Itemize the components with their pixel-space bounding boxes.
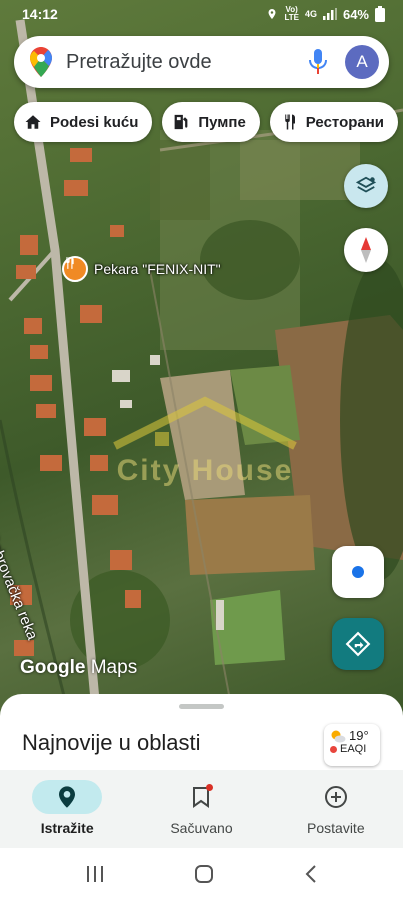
weather-temp: 19° bbox=[349, 728, 369, 743]
location-status-icon bbox=[268, 9, 276, 19]
aqi-label: EAQI bbox=[340, 743, 367, 755]
status-icons: Vo) LTE 4G 64% bbox=[266, 6, 385, 22]
network-gen: 4G bbox=[304, 9, 317, 19]
weather-temp-row: 19° bbox=[330, 728, 374, 743]
layers-icon bbox=[355, 176, 377, 193]
logo-maps: Maps bbox=[90, 657, 138, 678]
home-button-icon[interactable] bbox=[194, 864, 214, 884]
compass-icon bbox=[361, 237, 371, 263]
google-maps-logo: Google Maps bbox=[20, 657, 137, 679]
chip-home[interactable]: Podesi kuću bbox=[14, 102, 153, 142]
city-house-watermark: City House bbox=[105, 396, 305, 496]
my-location-button[interactable] bbox=[332, 546, 384, 598]
logo-google: Google bbox=[20, 657, 86, 678]
location-pin-icon bbox=[59, 786, 76, 808]
nav-saved[interactable]: Sačuvano bbox=[134, 770, 268, 848]
poi-label: Pekara "FENIX-NIT" bbox=[94, 261, 221, 277]
system-navigation-bar bbox=[0, 848, 403, 900]
nav-saved-icon-wrap bbox=[166, 780, 236, 814]
recent-apps-icon[interactable] bbox=[85, 865, 105, 883]
search-bar[interactable]: Pretražujte ovde A bbox=[14, 36, 389, 88]
aqi-row: EAQI bbox=[330, 743, 374, 755]
layers-button[interactable] bbox=[344, 164, 388, 208]
chip-restaurants-label: Ресторани bbox=[305, 113, 385, 131]
status-bar: 14:12 Vo) LTE 4G 64% bbox=[0, 0, 403, 28]
search-input[interactable]: Pretražujte ovde bbox=[66, 51, 309, 74]
battery-percent: 64% bbox=[342, 6, 369, 22]
nav-explore-label: Istražite bbox=[40, 820, 94, 836]
sheet-drag-handle[interactable] bbox=[179, 704, 224, 709]
battery-icon bbox=[375, 6, 385, 22]
category-chips: Podesi kuću Пумпе Ресторани bbox=[14, 102, 399, 142]
watermark-text: City House bbox=[116, 454, 294, 487]
signal-icon bbox=[322, 8, 337, 20]
maps-pin-logo-icon bbox=[30, 47, 52, 77]
directions-icon bbox=[345, 631, 371, 657]
directions-button[interactable] bbox=[332, 618, 384, 670]
weather-widget[interactable]: 19° EAQI bbox=[324, 724, 380, 766]
nav-contribute-label: Postavite bbox=[307, 820, 365, 836]
back-icon[interactable] bbox=[304, 864, 318, 884]
nav-contribute[interactable]: Postavite bbox=[269, 770, 403, 848]
chip-gas-label: Пумпе bbox=[198, 113, 246, 131]
restaurant-icon bbox=[62, 256, 88, 282]
bottom-navigation: Istražite Sačuvano Postavite bbox=[0, 770, 403, 848]
avatar[interactable]: A bbox=[345, 45, 379, 79]
sheet-title: Najnovije u oblasti bbox=[22, 730, 201, 755]
nav-explore[interactable]: Istražite bbox=[0, 770, 134, 848]
nav-explore-icon-wrap bbox=[32, 780, 103, 814]
my-location-icon bbox=[352, 566, 364, 578]
status-time: 14:12 bbox=[22, 6, 58, 22]
microphone-icon[interactable] bbox=[309, 49, 327, 75]
notification-dot bbox=[206, 784, 214, 791]
chip-gas[interactable]: Пумпе bbox=[162, 102, 260, 142]
partly-sunny-icon bbox=[331, 730, 346, 742]
gas-pump-icon bbox=[174, 114, 188, 130]
nav-contribute-icon-wrap bbox=[301, 780, 371, 814]
chip-restaurants[interactable]: Ресторани bbox=[269, 102, 399, 142]
nav-saved-label: Sačuvano bbox=[170, 820, 233, 836]
volte-bottom: LTE bbox=[284, 13, 299, 22]
aqi-dot bbox=[330, 745, 337, 753]
add-circle-icon bbox=[324, 786, 347, 808]
compass-button[interactable] bbox=[344, 228, 388, 272]
chip-home-label: Podesi kuću bbox=[50, 113, 139, 131]
restaurant-icon bbox=[285, 114, 295, 130]
poi-bakery[interactable]: Pekara "FENIX-NIT" bbox=[62, 256, 221, 282]
home-icon bbox=[25, 115, 41, 129]
volte-indicator: Vo) LTE bbox=[284, 6, 299, 22]
